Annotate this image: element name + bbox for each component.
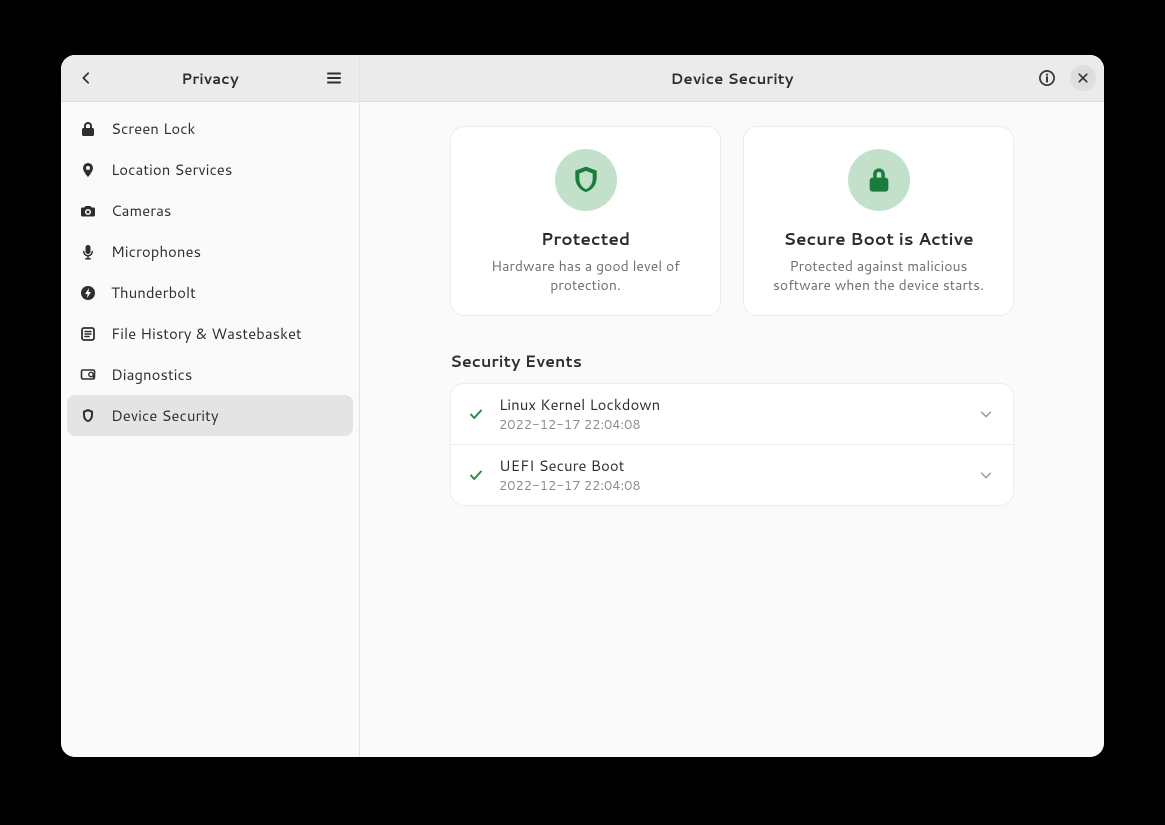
sidebar-item-label: File History & Wastebasket: [111, 323, 302, 344]
main-header: Device Security: [360, 55, 1104, 102]
sidebar-item-cameras[interactable]: Cameras: [67, 190, 353, 231]
sidebar-item-file-history[interactable]: File History & Wastebasket: [67, 313, 353, 354]
chevron-down-icon: [979, 407, 993, 421]
sidebar-item-label: Location Services: [111, 159, 232, 180]
content-area: Protected Hardware has a good level of p…: [360, 102, 1104, 757]
event-time: 2022-12-17 22:04:08: [499, 477, 965, 495]
check-icon: [467, 406, 485, 422]
event-row[interactable]: Linux Kernel Lockdown 2022-12-17 22:04:0…: [451, 384, 1013, 444]
sidebar-item-label: Screen Lock: [111, 118, 195, 139]
sidebar-item-location[interactable]: Location Services: [67, 149, 353, 190]
sidebar-item-label: Microphones: [111, 241, 201, 262]
events-heading: Security Events: [450, 350, 1014, 373]
main-panel: Device Security Protected: [360, 55, 1104, 757]
close-icon: [1077, 72, 1089, 84]
event-body: UEFI Secure Boot 2022-12-17 22:04:08: [499, 455, 965, 495]
sidebar-item-label: Diagnostics: [111, 364, 192, 385]
microphone-icon: [79, 243, 97, 261]
status-cards: Protected Hardware has a good level of p…: [450, 126, 1014, 316]
sidebar-item-label: Cameras: [111, 200, 171, 221]
lock-icon: [79, 120, 97, 138]
card-protected: Protected Hardware has a good level of p…: [450, 126, 721, 316]
chevron-down-icon: [979, 468, 993, 482]
camera-icon: [79, 202, 97, 220]
info-icon: [1038, 69, 1056, 87]
thunderbolt-icon: [79, 284, 97, 302]
info-button[interactable]: [1030, 61, 1064, 95]
chevron-left-icon: [79, 71, 93, 85]
event-time: 2022-12-17 22:04:08: [499, 416, 965, 434]
close-button[interactable]: [1070, 65, 1096, 91]
event-title: UEFI Secure Boot: [499, 455, 965, 476]
security-events-list: Linux Kernel Lockdown 2022-12-17 22:04:0…: [450, 383, 1014, 506]
event-body: Linux Kernel Lockdown 2022-12-17 22:04:0…: [499, 394, 965, 434]
sidebar-item-label: Device Security: [111, 405, 219, 426]
sidebar-item-microphones[interactable]: Microphones: [67, 231, 353, 272]
check-icon: [467, 467, 485, 483]
card-title: Protected: [469, 227, 702, 251]
sidebar-title: Privacy: [61, 68, 359, 89]
sidebar-header: Privacy: [61, 55, 359, 102]
location-icon: [79, 161, 97, 179]
diagnostics-icon: [79, 366, 97, 384]
menu-button[interactable]: [317, 61, 351, 95]
card-secure-boot: Secure Boot is Active Protected against …: [743, 126, 1014, 316]
sidebar-item-label: Thunderbolt: [111, 282, 196, 303]
page-title: Device Security: [360, 68, 1104, 89]
event-title: Linux Kernel Lockdown: [499, 394, 965, 415]
shield-icon: [79, 407, 97, 425]
card-desc: Hardware has a good level of protection.: [469, 257, 702, 295]
sidebar-item-screen-lock[interactable]: Screen Lock: [67, 108, 353, 149]
card-desc: Protected against malicious software whe…: [762, 257, 995, 295]
settings-window: Privacy Screen Lock Location Services: [61, 55, 1104, 757]
sidebar-item-diagnostics[interactable]: Diagnostics: [67, 354, 353, 395]
sidebar-item-device-security[interactable]: Device Security: [67, 395, 353, 436]
sidebar-item-thunderbolt[interactable]: Thunderbolt: [67, 272, 353, 313]
card-title: Secure Boot is Active: [762, 227, 995, 251]
sidebar: Privacy Screen Lock Location Services: [61, 55, 360, 757]
sidebar-list: Screen Lock Location Services Cameras Mi…: [61, 102, 359, 442]
back-button[interactable]: [69, 61, 103, 95]
filebox-icon: [79, 325, 97, 343]
hamburger-icon: [326, 70, 342, 86]
lock-icon: [848, 149, 910, 211]
event-row[interactable]: UEFI Secure Boot 2022-12-17 22:04:08: [451, 444, 1013, 505]
shield-icon: [555, 149, 617, 211]
